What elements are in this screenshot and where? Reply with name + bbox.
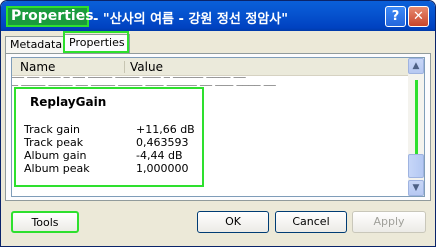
replaygain-row: Album gain -4,44 dB <box>24 149 200 162</box>
properties-panel: Name Value ── ── ─── ─ ── ──── ──── ─── … <box>5 53 431 201</box>
tab-strip: Metadata Properties <box>5 31 431 54</box>
help-button[interactable]: ? <box>385 6 406 27</box>
properties-dialog: Properties - "산사의 여름 - 강원 정선 정암사" ? ✕ Me… <box>0 0 436 247</box>
cancel-button[interactable]: Cancel <box>275 211 347 233</box>
replaygain-row: Album peak 1,000000 <box>24 162 200 175</box>
replaygain-row: Track gain +11,66 dB <box>24 123 200 136</box>
properties-list[interactable]: Name Value ── ── ─── ─ ── ──── ──── ─── … <box>11 57 425 197</box>
track-gain-label: Track gain <box>24 123 81 136</box>
track-peak-value: 0,463593 <box>136 136 189 149</box>
vertical-scrollbar[interactable]: ▲ ▼ <box>408 58 424 196</box>
column-separator[interactable] <box>124 61 125 73</box>
ok-button[interactable]: OK <box>197 211 269 233</box>
tab-highlight <box>63 31 129 53</box>
window-title: - "산사의 여름 - 강원 정선 정암사" <box>93 12 289 27</box>
replaygain-row: Track peak 0,463593 <box>24 136 200 149</box>
apply-button[interactable]: Apply <box>352 211 426 233</box>
track-peak-label: Track peak <box>24 136 84 149</box>
album-peak-value: 1,000000 <box>136 162 189 175</box>
scroll-up-button[interactable]: ▲ <box>408 58 424 74</box>
list-header: Name Value <box>12 58 408 76</box>
track-gain-value: +11,66 dB <box>136 123 195 136</box>
scroll-thumb[interactable] <box>408 154 424 178</box>
tools-button[interactable]: Tools <box>11 211 79 233</box>
album-peak-label: Album peak <box>24 162 90 175</box>
column-name[interactable]: Name <box>20 60 55 74</box>
title-prefix: Properties <box>11 8 94 24</box>
replaygain-section: ReplayGain Track gain +11,66 dB Track pe… <box>14 87 204 187</box>
column-value[interactable]: Value <box>130 60 163 74</box>
title-bar[interactable]: Properties - "산사의 여름 - 강원 정선 정암사" ? ✕ <box>1 1 435 31</box>
album-gain-value: -4,44 dB <box>136 149 183 162</box>
close-button[interactable]: ✕ <box>408 6 429 27</box>
tab-metadata[interactable]: Metadata <box>5 36 68 54</box>
scroll-down-button[interactable]: ▼ <box>408 180 424 196</box>
replaygain-heading: ReplayGain <box>30 95 107 109</box>
album-gain-label: Album gain <box>24 149 87 162</box>
